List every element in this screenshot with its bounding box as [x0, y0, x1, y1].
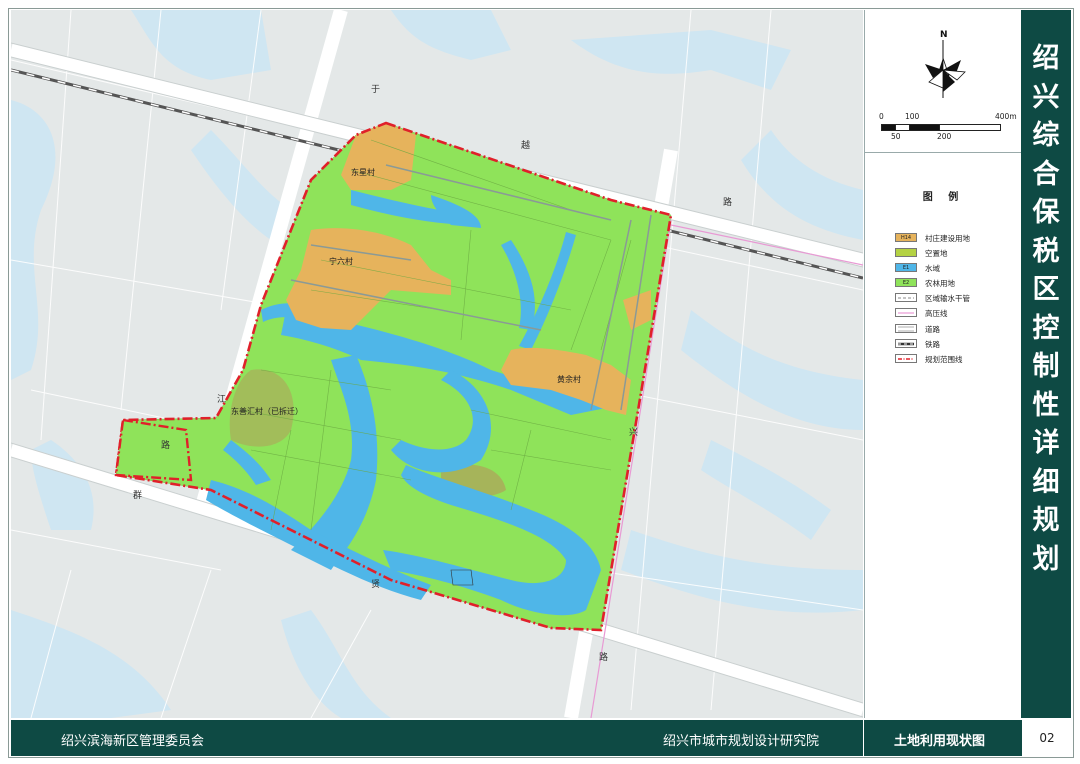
scale-label-0: 0 — [879, 112, 884, 121]
title-char: 详 — [1032, 428, 1060, 459]
footer-bar: 绍兴滨海新区管理委员会 绍兴市城市规划设计研究院 土地利用现状图 — [11, 720, 1071, 756]
map-title: 绍 兴 综 合 保 税 区 控 制 性 详 细 规 划 — [1021, 40, 1071, 579]
swatch-village-icon: H14 — [895, 233, 917, 242]
swatch-railway-icon — [895, 338, 917, 348]
road-label-qun: 群 — [133, 491, 143, 501]
footer-divider — [863, 720, 864, 756]
title-bar: 绍 兴 综 合 保 税 区 控 制 性 详 细 规 划 — [1021, 10, 1071, 718]
map-canvas[interactable]: 东星村 宁六村 黄余村 东善汇村（已拆迁） 于 越 路 兴 群 贤 路 路 江 — [11, 10, 863, 718]
north-arrow: N — [915, 30, 971, 104]
title-char: 划 — [1032, 543, 1060, 575]
title-char: 区 — [1032, 274, 1060, 305]
panel-divider — [865, 152, 1022, 153]
swatch-pipe-icon — [895, 293, 917, 303]
swatch-powerline-icon — [895, 308, 917, 318]
title-char: 控 — [1032, 312, 1060, 344]
road-label-xing: 兴 — [629, 428, 639, 438]
title-char: 保 — [1032, 197, 1060, 228]
legend-panel: N 0 100 400m 50 200 图 例 H14 村庄建设用地 空置地 E… — [864, 10, 1022, 718]
title-char: 绍 — [1032, 43, 1060, 74]
road-label-lu-3: 路 — [161, 441, 171, 451]
village-label-dongshanhui: 东善汇村（已拆迁） — [231, 407, 303, 416]
land-use-map — [11, 10, 863, 718]
swatch-road-icon — [895, 323, 917, 333]
road-label-xian: 贤 — [371, 580, 381, 590]
village-label-dongxing: 东星村 — [351, 168, 375, 177]
legend-label: 规划范围线 — [925, 354, 963, 364]
legend-label: 村庄建设用地 — [925, 234, 970, 243]
footer-sheet-name: 土地利用现状图 — [894, 734, 986, 749]
road-label-lu-2: 路 — [599, 653, 609, 663]
road-label-jiang: 江 — [217, 395, 227, 405]
legend-label: 水域 — [925, 264, 940, 274]
title-char: 税 — [1032, 235, 1060, 267]
village-label-ningliu: 宁六村 — [329, 257, 353, 266]
swatch-water-icon: E1 — [895, 263, 917, 273]
title-char: 兴 — [1032, 81, 1060, 113]
scale-label-100: 100 — [905, 112, 920, 121]
legend-label: 高压线 — [925, 309, 948, 319]
title-char: 规 — [1032, 505, 1060, 536]
legend-label: 农林用地 — [925, 279, 955, 289]
swatch-vacant-icon — [895, 248, 917, 258]
footer-center-org: 绍兴市城市规划设计研究院 — [663, 734, 820, 749]
swatch-farmland-icon: E2 — [895, 278, 917, 288]
legend-label: 区域输水干管 — [925, 294, 970, 304]
road-label-yue: 越 — [521, 141, 531, 151]
legend-label: 空置地 — [925, 249, 948, 259]
legend-title: 图 例 — [922, 192, 965, 203]
village-label-huangyu: 黄余村 — [557, 375, 581, 384]
north-label: N — [940, 30, 948, 40]
title-char: 性 — [1032, 389, 1060, 421]
title-char: 合 — [1032, 158, 1060, 190]
scale-label-50: 50 — [891, 132, 901, 141]
scale-label-400m: 400m — [995, 112, 1017, 121]
title-char: 综 — [1032, 120, 1060, 151]
road-label-lu-1: 路 — [723, 198, 733, 208]
title-char: 细 — [1032, 466, 1060, 498]
title-char: 制 — [1032, 351, 1060, 382]
swatch-boundary-icon — [895, 353, 917, 363]
page-number: 02 — [1021, 720, 1072, 756]
legend-label: 道路 — [925, 324, 940, 334]
compass-rose-icon — [925, 40, 966, 98]
legend-label: 铁路 — [925, 339, 940, 349]
scale-label-200: 200 — [937, 132, 952, 141]
road-label-yu: 于 — [371, 85, 381, 95]
footer-left-org: 绍兴滨海新区管理委员会 — [61, 734, 205, 749]
